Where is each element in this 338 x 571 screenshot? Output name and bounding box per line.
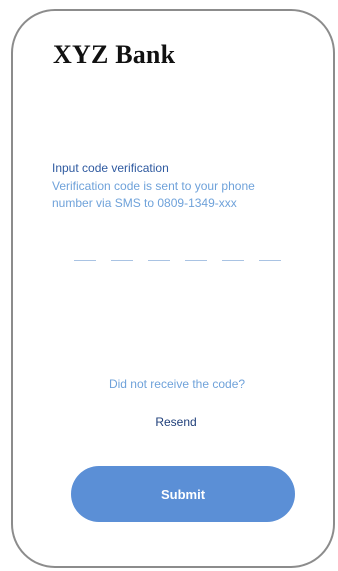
submit-button[interactable]: Submit	[71, 466, 295, 522]
resend-prompt: Did not receive the code?	[108, 377, 246, 391]
code-digit-slot-6[interactable]	[259, 260, 281, 261]
verification-description: Verification code is sent to your phone …	[52, 179, 255, 210]
verification-code-input[interactable]	[74, 256, 282, 266]
code-digit-slot-1[interactable]	[74, 260, 96, 261]
resend-link[interactable]: Resend	[0, 415, 338, 429]
code-digit-slot-3[interactable]	[148, 260, 170, 261]
code-digit-slot-2[interactable]	[111, 260, 133, 261]
code-digit-slot-4[interactable]	[185, 260, 207, 261]
verification-title: Input code verification	[52, 161, 169, 175]
code-digit-slot-5[interactable]	[222, 260, 244, 261]
bank-logo-text: XYZ Bank	[53, 40, 176, 69]
